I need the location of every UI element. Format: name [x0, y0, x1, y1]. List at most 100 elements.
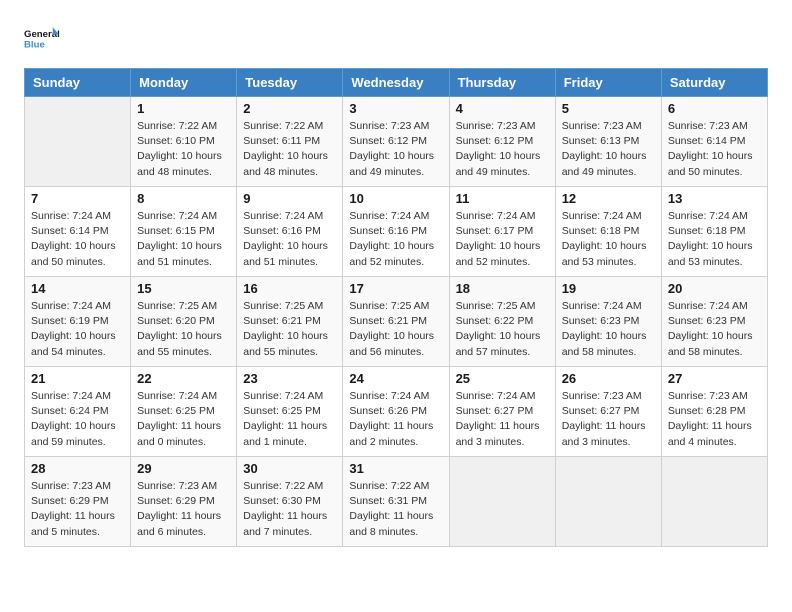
day-info: Sunrise: 7:23 AMSunset: 6:12 PMDaylight:… [456, 119, 549, 180]
day-info: Sunrise: 7:24 AMSunset: 6:27 PMDaylight:… [456, 389, 549, 450]
calendar-cell: 27 Sunrise: 7:23 AMSunset: 6:28 PMDayligh… [661, 367, 767, 457]
day-number: 17 [349, 281, 442, 296]
col-header-friday: Friday [555, 69, 661, 97]
header-row: SundayMondayTuesdayWednesdayThursdayFrid… [25, 69, 768, 97]
col-header-tuesday: Tuesday [237, 69, 343, 97]
calendar-cell: 25 Sunrise: 7:24 AMSunset: 6:27 PMDayligh… [449, 367, 555, 457]
day-number: 14 [31, 281, 124, 296]
logo: GeneralBlue [24, 20, 60, 56]
day-info: Sunrise: 7:24 AMSunset: 6:23 PMDaylight:… [668, 299, 761, 360]
day-info: Sunrise: 7:24 AMSunset: 6:18 PMDaylight:… [668, 209, 761, 270]
calendar-week-2: 7 Sunrise: 7:24 AMSunset: 6:14 PMDaylight… [25, 187, 768, 277]
day-info: Sunrise: 7:22 AMSunset: 6:30 PMDaylight:… [243, 479, 336, 540]
calendar-cell: 21 Sunrise: 7:24 AMSunset: 6:24 PMDayligh… [25, 367, 131, 457]
day-number: 19 [562, 281, 655, 296]
calendar-cell: 14 Sunrise: 7:24 AMSunset: 6:19 PMDayligh… [25, 277, 131, 367]
calendar-cell: 28 Sunrise: 7:23 AMSunset: 6:29 PMDayligh… [25, 457, 131, 547]
day-info: Sunrise: 7:25 AMSunset: 6:22 PMDaylight:… [456, 299, 549, 360]
calendar-cell [25, 97, 131, 187]
calendar-cell: 1Sunrise: 7:22 AMSunset: 6:10 PMDaylight… [131, 97, 237, 187]
day-info: Sunrise: 7:24 AMSunset: 6:16 PMDaylight:… [243, 209, 336, 270]
calendar-cell: 18 Sunrise: 7:25 AMSunset: 6:22 PMDayligh… [449, 277, 555, 367]
calendar-cell: 30 Sunrise: 7:22 AMSunset: 6:30 PMDayligh… [237, 457, 343, 547]
col-header-wednesday: Wednesday [343, 69, 449, 97]
day-number: 26 [562, 371, 655, 386]
calendar-cell: 12 Sunrise: 7:24 AMSunset: 6:18 PMDayligh… [555, 187, 661, 277]
day-info: Sunrise: 7:24 AMSunset: 6:24 PMDaylight:… [31, 389, 124, 450]
day-number: 13 [668, 191, 761, 206]
day-number: 16 [243, 281, 336, 296]
day-info: Sunrise: 7:23 AMSunset: 6:29 PMDaylight:… [31, 479, 124, 540]
calendar-cell: 31 Sunrise: 7:22 AMSunset: 6:31 PMDayligh… [343, 457, 449, 547]
col-header-saturday: Saturday [661, 69, 767, 97]
day-number: 22 [137, 371, 230, 386]
day-number: 9 [243, 191, 336, 206]
day-number: 24 [349, 371, 442, 386]
calendar-cell: 7 Sunrise: 7:24 AMSunset: 6:14 PMDaylight… [25, 187, 131, 277]
calendar-week-4: 21 Sunrise: 7:24 AMSunset: 6:24 PMDayligh… [25, 367, 768, 457]
day-number: 2 [243, 101, 336, 116]
day-number: 21 [31, 371, 124, 386]
day-info: Sunrise: 7:24 AMSunset: 6:15 PMDaylight:… [137, 209, 230, 270]
day-info: Sunrise: 7:23 AMSunset: 6:12 PMDaylight:… [349, 119, 442, 180]
day-info: Sunrise: 7:24 AMSunset: 6:17 PMDaylight:… [456, 209, 549, 270]
day-info: Sunrise: 7:22 AMSunset: 6:31 PMDaylight:… [349, 479, 442, 540]
svg-text:Blue: Blue [24, 40, 45, 51]
calendar-cell: 16 Sunrise: 7:25 AMSunset: 6:21 PMDayligh… [237, 277, 343, 367]
calendar-cell: 20 Sunrise: 7:24 AMSunset: 6:23 PMDayligh… [661, 277, 767, 367]
col-header-monday: Monday [131, 69, 237, 97]
day-info: Sunrise: 7:24 AMSunset: 6:16 PMDaylight:… [349, 209, 442, 270]
calendar-cell: 13 Sunrise: 7:24 AMSunset: 6:18 PMDayligh… [661, 187, 767, 277]
day-number: 5 [562, 101, 655, 116]
day-number: 7 [31, 191, 124, 206]
day-info: Sunrise: 7:25 AMSunset: 6:21 PMDaylight:… [349, 299, 442, 360]
day-number: 23 [243, 371, 336, 386]
day-info: Sunrise: 7:24 AMSunset: 6:25 PMDaylight:… [137, 389, 230, 450]
col-header-sunday: Sunday [25, 69, 131, 97]
day-info: Sunrise: 7:25 AMSunset: 6:21 PMDaylight:… [243, 299, 336, 360]
calendar-cell: 11Sunrise: 7:24 AMSunset: 6:17 PMDayligh… [449, 187, 555, 277]
calendar-cell: 8 Sunrise: 7:24 AMSunset: 6:15 PMDaylight… [131, 187, 237, 277]
day-number: 6 [668, 101, 761, 116]
day-info: Sunrise: 7:24 AMSunset: 6:18 PMDaylight:… [562, 209, 655, 270]
calendar-week-1: 1Sunrise: 7:22 AMSunset: 6:10 PMDaylight… [25, 97, 768, 187]
calendar-cell [449, 457, 555, 547]
day-number: 18 [456, 281, 549, 296]
day-number: 12 [562, 191, 655, 206]
calendar-cell: 22 Sunrise: 7:24 AMSunset: 6:25 PMDayligh… [131, 367, 237, 457]
day-number: 31 [349, 461, 442, 476]
day-info: Sunrise: 7:24 AMSunset: 6:25 PMDaylight:… [243, 389, 336, 450]
calendar-cell: 24 Sunrise: 7:24 AMSunset: 6:26 PMDayligh… [343, 367, 449, 457]
day-number: 3 [349, 101, 442, 116]
day-number: 25 [456, 371, 549, 386]
calendar-cell: 17 Sunrise: 7:25 AMSunset: 6:21 PMDayligh… [343, 277, 449, 367]
day-number: 30 [243, 461, 336, 476]
day-info: Sunrise: 7:25 AMSunset: 6:20 PMDaylight:… [137, 299, 230, 360]
calendar-cell [661, 457, 767, 547]
logo-icon: GeneralBlue [24, 20, 60, 56]
day-info: Sunrise: 7:23 AMSunset: 6:13 PMDaylight:… [562, 119, 655, 180]
day-info: Sunrise: 7:23 AMSunset: 6:28 PMDaylight:… [668, 389, 761, 450]
calendar-cell: 29Sunrise: 7:23 AMSunset: 6:29 PMDayligh… [131, 457, 237, 547]
day-number: 29 [137, 461, 230, 476]
calendar-cell: 2 Sunrise: 7:22 AMSunset: 6:11 PMDaylight… [237, 97, 343, 187]
page-header: GeneralBlue [24, 20, 768, 56]
day-info: Sunrise: 7:24 AMSunset: 6:19 PMDaylight:… [31, 299, 124, 360]
day-info: Sunrise: 7:23 AMSunset: 6:27 PMDaylight:… [562, 389, 655, 450]
calendar-cell: 4Sunrise: 7:23 AMSunset: 6:12 PMDaylight… [449, 97, 555, 187]
day-number: 8 [137, 191, 230, 206]
calendar-cell: 5 Sunrise: 7:23 AMSunset: 6:13 PMDaylight… [555, 97, 661, 187]
day-info: Sunrise: 7:24 AMSunset: 6:14 PMDaylight:… [31, 209, 124, 270]
day-number: 28 [31, 461, 124, 476]
calendar-week-3: 14 Sunrise: 7:24 AMSunset: 6:19 PMDayligh… [25, 277, 768, 367]
calendar-cell: 3 Sunrise: 7:23 AMSunset: 6:12 PMDaylight… [343, 97, 449, 187]
day-number: 27 [668, 371, 761, 386]
day-info: Sunrise: 7:22 AMSunset: 6:11 PMDaylight:… [243, 119, 336, 180]
day-info: Sunrise: 7:24 AMSunset: 6:26 PMDaylight:… [349, 389, 442, 450]
col-header-thursday: Thursday [449, 69, 555, 97]
day-number: 1 [137, 101, 230, 116]
day-info: Sunrise: 7:24 AMSunset: 6:23 PMDaylight:… [562, 299, 655, 360]
day-number: 20 [668, 281, 761, 296]
day-number: 15 [137, 281, 230, 296]
calendar-cell: 6Sunrise: 7:23 AMSunset: 6:14 PMDaylight… [661, 97, 767, 187]
